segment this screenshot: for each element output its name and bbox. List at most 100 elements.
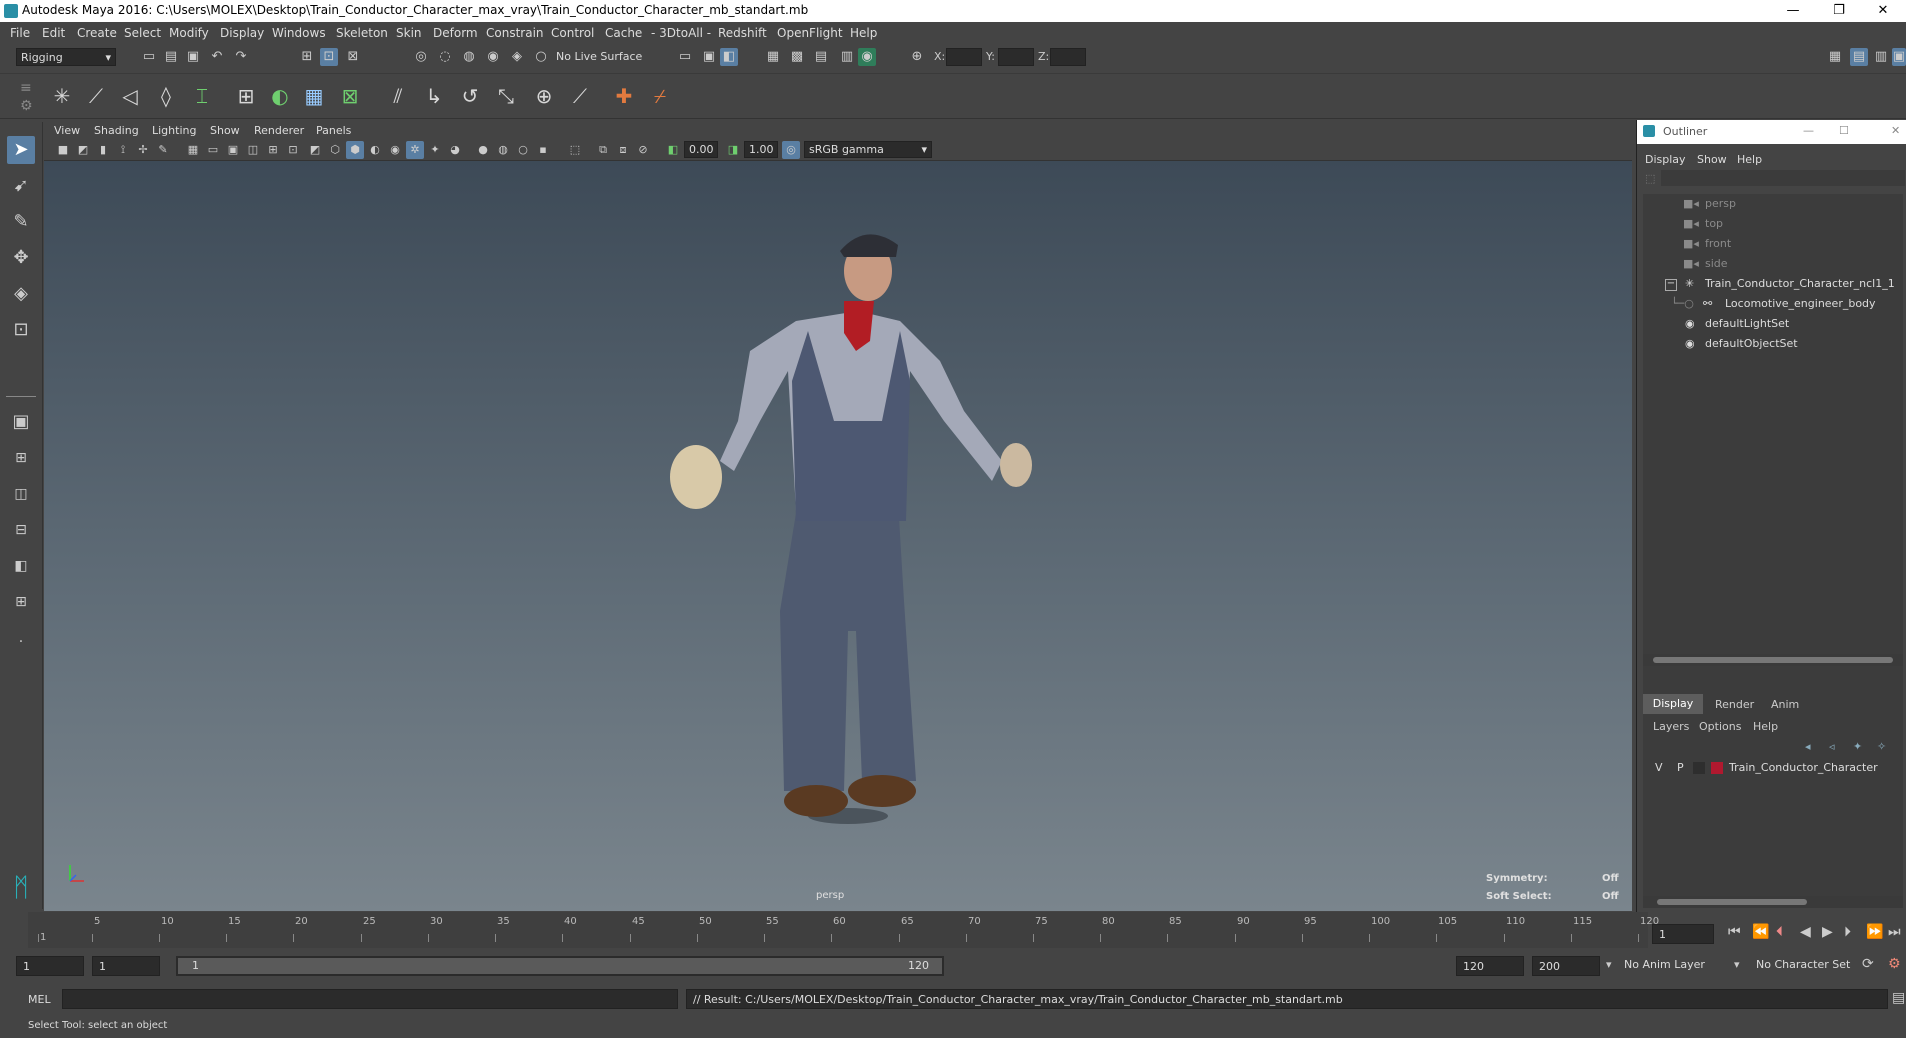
menu-windows[interactable]: Windows (272, 26, 326, 40)
shelf-settings-icon[interactable]: ⚙ (20, 98, 33, 114)
insert-joint-icon[interactable]: ⟋ (82, 82, 110, 110)
outliner-item-body[interactable]: └─○ ⚯ Locomotive_engineer_body (1643, 294, 1906, 314)
outliner-item-front[interactable]: ■◂ front (1643, 234, 1906, 254)
paint-select-icon[interactable]: ✎ (7, 208, 35, 236)
menu-redshift[interactable]: Redshift (718, 26, 767, 40)
collapse-toggle-icon[interactable]: − (1665, 279, 1677, 291)
image-plane-icon[interactable]: ⟟ (114, 141, 132, 159)
outliner-item-objectset[interactable]: ◉ defaultObjectSet (1643, 334, 1906, 354)
layer-tab-anim[interactable]: Anim (1771, 698, 1799, 711)
live-surface-label[interactable]: No Live Surface (556, 50, 642, 63)
channel-box-icon[interactable]: ▣ (1892, 48, 1906, 66)
grid-toggle-icon[interactable]: ▦ (184, 141, 202, 159)
layer-row[interactable]: V P Train_Conductor_Character (1643, 758, 1906, 778)
panel-menu-renderer[interactable]: Renderer (254, 124, 304, 137)
animation-prefs-icon[interactable]: ⚙ (1888, 956, 1901, 972)
ipr-render-icon[interactable]: ▩ (788, 48, 806, 66)
outliner-menu-display[interactable]: Display (1645, 153, 1686, 166)
menu-select[interactable]: Select (124, 26, 161, 40)
range-slider-handle[interactable]: 1 120 (178, 958, 942, 974)
multisample-aa-icon[interactable]: ◍ (494, 141, 512, 159)
layer-scroll-thumb[interactable] (1657, 899, 1807, 905)
aim-constraint-icon[interactable]: ↳ (420, 82, 448, 110)
lattice-icon[interactable]: ▦ (300, 82, 328, 110)
xray-icon[interactable]: ⬚ (566, 141, 584, 159)
rotate-tool-icon[interactable]: ◈ (7, 280, 35, 308)
layer-menu-help[interactable]: Help (1753, 720, 1778, 733)
outliner-item-root[interactable]: − ✳ Train_Conductor_Character_ncl1_1 (1643, 274, 1906, 294)
wireframe-on-shaded-icon[interactable]: ◐ (366, 141, 384, 159)
outliner-close-button[interactable]: ✕ (1891, 124, 1900, 137)
move-layer-down-icon[interactable]: ◃ (1829, 740, 1835, 753)
layer-menu-layers[interactable]: Layers (1653, 720, 1689, 733)
layer-visibility-toggle[interactable]: V (1655, 758, 1663, 778)
panel-menu-lighting[interactable]: Lighting (152, 124, 196, 137)
panel-menu-view[interactable]: View (54, 124, 80, 137)
x-field[interactable] (946, 48, 982, 66)
render-view-icon[interactable]: ◧ (720, 48, 738, 66)
range-slider[interactable]: 1 120 (176, 956, 944, 976)
z-field[interactable] (1050, 48, 1086, 66)
xray-active-icon[interactable]: ⧈ (614, 141, 632, 159)
exposure-icon[interactable]: ◧ (664, 141, 682, 159)
menu-constrain[interactable]: Constrain (486, 26, 544, 40)
resolution-gate-icon[interactable]: ▣ (224, 141, 242, 159)
paint-weights-icon[interactable]: ◐ (266, 82, 294, 110)
step-back-key-icon[interactable]: ⏪ (1752, 924, 1769, 940)
snap-curve-icon[interactable]: ◌ (436, 48, 454, 66)
y-field[interactable] (998, 48, 1034, 66)
redo-icon[interactable]: ↷ (232, 48, 250, 66)
select-component-icon[interactable]: ⊠ (344, 48, 362, 66)
menu-create[interactable]: Create (77, 26, 117, 40)
hypershade-icon[interactable]: ▥ (838, 48, 856, 66)
gate-mask-icon[interactable]: ◫ (244, 141, 262, 159)
outliner-item-lightset[interactable]: ◉ defaultLightSet (1643, 314, 1906, 334)
outliner-filter-icon[interactable]: ⬚ (1645, 172, 1655, 185)
two-d-pan-zoom-icon[interactable]: ✢ (134, 141, 152, 159)
persp-graph-layout-icon[interactable]: ⊟ (7, 516, 35, 544)
new-layer-selected-icon[interactable]: ✧ (1877, 740, 1886, 753)
menu-skin[interactable]: Skin (396, 26, 422, 40)
field-chart-icon[interactable]: ⊞ (264, 141, 282, 159)
orient-joint-icon[interactable]: ◊ (152, 82, 180, 110)
current-frame-field[interactable]: 1 (1652, 924, 1714, 944)
point-constraint-icon[interactable]: ⫽ (384, 82, 412, 110)
camera-attributes-icon[interactable]: ◩ (74, 141, 92, 159)
exposure-field[interactable]: 0.00 (684, 141, 718, 158)
menu-deform[interactable]: Deform (433, 26, 478, 40)
menuset-dropdown[interactable]: Rigging ▾ (16, 48, 116, 66)
menu-cache[interactable]: Cache (605, 26, 642, 40)
menu-skeleton[interactable]: Skeleton (336, 26, 388, 40)
motion-blur-icon[interactable]: ● (474, 141, 492, 159)
menu-file[interactable]: File (10, 26, 30, 40)
move-tool-icon[interactable]: ✥ (7, 244, 35, 272)
gamma-field[interactable]: 1.00 (744, 141, 778, 158)
safe-title-icon[interactable]: ◩ (306, 141, 324, 159)
color-management-icon[interactable]: ◎ (782, 141, 800, 159)
select-hierarchy-icon[interactable]: ⊞ (298, 48, 316, 66)
menu-modify[interactable]: Modify (169, 26, 209, 40)
open-scene-icon[interactable]: ▤ (162, 48, 180, 66)
outliner-layout-icon[interactable]: ⊞ (7, 588, 35, 616)
select-tool-icon[interactable]: ➤ (7, 136, 35, 164)
chevron-down-icon[interactable]: ▾ (1734, 958, 1740, 971)
outliner-minimize-button[interactable]: — (1803, 124, 1814, 137)
use-all-lights-icon[interactable]: ✲ (406, 141, 424, 159)
key-all-icon[interactable]: ⌿ (646, 82, 674, 110)
single-perspective-layout-icon[interactable]: ▣ (7, 408, 35, 436)
menu-display[interactable]: Display (220, 26, 264, 40)
time-ruler[interactable]: 1 5 10 15 20 25 30 35 40 45 50 55 60 65 70 75 80 85 90 95 10… (28, 912, 1659, 948)
menu-openflight[interactable]: OpenFlight (777, 26, 843, 40)
lasso-tool-icon[interactable]: ➹ (7, 172, 35, 200)
snap-point-icon[interactable]: ◍ (460, 48, 478, 66)
bookmark-icon[interactable]: ▮ (94, 141, 112, 159)
orient-constraint-icon[interactable]: ↺ (456, 82, 484, 110)
grease-pencil-icon[interactable]: ✎ (154, 141, 172, 159)
close-button[interactable]: ✕ (1860, 0, 1906, 22)
gamma-icon[interactable]: ◨ (724, 141, 742, 159)
four-view-layout-icon[interactable]: ⊞ (7, 444, 35, 472)
auto-key-icon[interactable]: ⟳ (1862, 956, 1874, 972)
script-editor-icon[interactable]: ▤ (1892, 990, 1905, 1006)
persp-outliner-layout-icon[interactable]: ◫ (7, 480, 35, 508)
locator-icon[interactable]: ✚ (610, 82, 638, 110)
